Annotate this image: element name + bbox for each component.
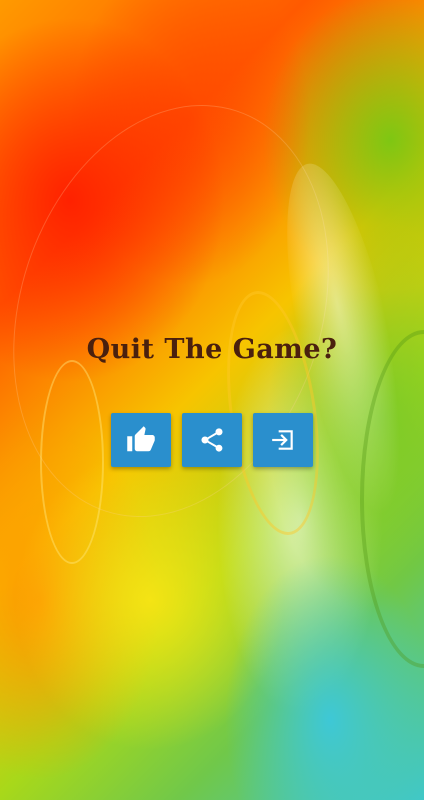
exit-button[interactable]	[253, 413, 313, 467]
game-quit-screen: Quit The Game?	[0, 0, 424, 800]
background-swirl	[360, 330, 424, 668]
exit-icon	[270, 427, 296, 453]
share-icon	[198, 426, 226, 454]
quit-action-buttons	[0, 413, 424, 467]
share-button[interactable]	[182, 413, 242, 467]
thumbs-up-icon	[126, 425, 156, 455]
quit-dialog-title: Quit The Game?	[86, 334, 338, 365]
background-swirl	[0, 63, 380, 559]
like-button[interactable]	[111, 413, 171, 467]
